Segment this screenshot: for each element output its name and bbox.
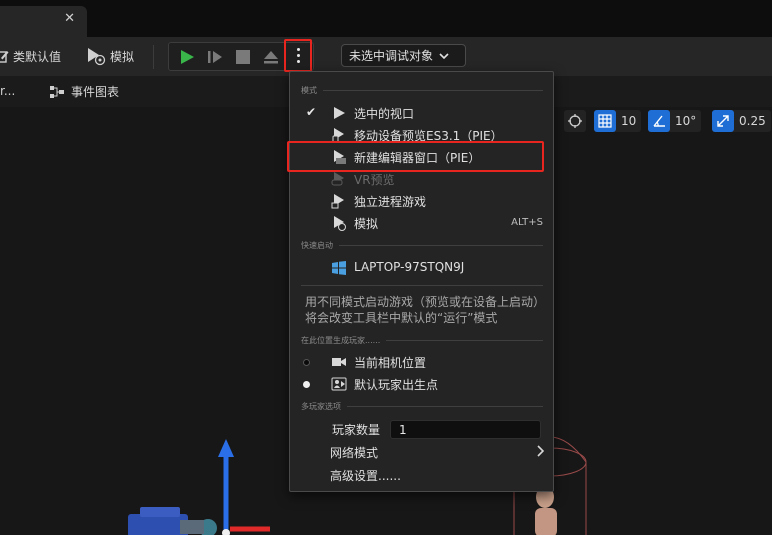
menu-item-advanced-settings[interactable]: 高级设置...... bbox=[290, 464, 553, 486]
menu-item-label: 选中的视口 bbox=[354, 107, 415, 121]
menu-item-net-mode[interactable]: 网络模式 bbox=[290, 441, 553, 463]
simulate-label: 模拟 bbox=[110, 49, 135, 64]
play-icon bbox=[181, 50, 194, 64]
section-quick-launch-label: 快速启动 bbox=[301, 241, 333, 250]
simulate-shortcut: ALT+S bbox=[511, 217, 543, 228]
class-defaults-label: 类默认值 bbox=[13, 49, 62, 64]
simulate-button[interactable]: 模拟 bbox=[86, 45, 134, 67]
player-count-input[interactable] bbox=[390, 420, 541, 439]
player-count-label: 玩家数量 bbox=[332, 423, 381, 437]
truncated-tab-label[interactable]: r... bbox=[0, 84, 15, 98]
menu-item-label: LAPTOP-97STQN9J bbox=[354, 260, 465, 274]
play-options-menu: 模式 ✔ 选中的视口 移动设备预览ES3.1（PIE） 新建编辑器窗口（PIE）… bbox=[289, 71, 554, 492]
rotation-snap-icon bbox=[648, 110, 670, 132]
section-modes: 模式 bbox=[301, 85, 543, 96]
eject-icon bbox=[264, 51, 278, 64]
section-multiplayer-label: 多玩家选项 bbox=[301, 402, 341, 411]
play-button[interactable] bbox=[177, 47, 197, 67]
menu-item-laptop-device[interactable]: LAPTOP-97STQN9J bbox=[290, 257, 553, 279]
surface-snap-icon bbox=[564, 110, 586, 132]
close-tab-icon[interactable]: ✕ bbox=[64, 11, 75, 26]
player-start-icon bbox=[331, 377, 347, 391]
menu-item-standalone-game[interactable]: 独立进程游戏 bbox=[290, 190, 553, 212]
camera-icon bbox=[332, 358, 346, 366]
class-defaults-icon bbox=[0, 51, 9, 63]
step-button[interactable] bbox=[205, 47, 225, 67]
play-icon bbox=[334, 107, 345, 119]
menu-item-label: 模拟 bbox=[354, 217, 379, 231]
scale-snap-value: 0.25 bbox=[739, 114, 766, 128]
event-graph-label: 事件图表 bbox=[71, 85, 120, 99]
event-graph-icon bbox=[50, 85, 64, 98]
menu-item-label: 网络模式 bbox=[330, 446, 379, 460]
scale-snap-icon bbox=[712, 110, 734, 132]
engine-mesh[interactable] bbox=[120, 502, 240, 535]
eject-button[interactable] bbox=[261, 47, 281, 67]
section-spawn-label: 在此位置生成玩家...... bbox=[301, 336, 381, 345]
highlight-annotation bbox=[287, 141, 544, 172]
menu-item-selected-viewport[interactable]: ✔ 选中的视口 bbox=[290, 102, 553, 124]
section-modes-label: 模式 bbox=[301, 86, 317, 95]
event-graph-tab[interactable]: 事件图表 bbox=[50, 83, 119, 100]
stop-button[interactable] bbox=[233, 47, 253, 67]
menu-item-label: 高级设置...... bbox=[330, 469, 401, 483]
menu-item-label: 独立进程游戏 bbox=[354, 195, 427, 209]
menu-item-simulate[interactable]: 模拟 ALT+S bbox=[290, 212, 553, 234]
more-options-icon bbox=[296, 48, 300, 63]
section-quick-launch: 快速启动 bbox=[301, 240, 543, 251]
tab-strip: ✕ bbox=[0, 0, 772, 37]
section-multiplayer: 多玩家选项 bbox=[301, 401, 543, 412]
radio-selected-icon bbox=[303, 381, 310, 388]
play-options-button[interactable] bbox=[284, 39, 312, 72]
scale-snap-control[interactable]: 0.25 bbox=[712, 110, 771, 132]
simulate-icon bbox=[88, 48, 106, 66]
menu-item-current-camera[interactable]: 当前相机位置 bbox=[290, 351, 553, 373]
toolbar-divider bbox=[153, 45, 154, 69]
surface-snap-button[interactable] bbox=[564, 110, 586, 132]
checkmark-icon: ✔ bbox=[306, 105, 317, 119]
chevron-down-icon bbox=[439, 52, 449, 59]
menu-item-label: 默认玩家出生点 bbox=[354, 378, 439, 392]
rotation-snap-value: 10° bbox=[675, 114, 697, 128]
grid-snap-value: 10 bbox=[621, 114, 637, 128]
rotation-snap-control[interactable]: 10° bbox=[648, 110, 702, 132]
document-tab[interactable]: ✕ bbox=[0, 6, 87, 37]
chevron-right-icon bbox=[537, 445, 544, 457]
menu-item-label: VR预览 bbox=[354, 173, 395, 187]
grid-snap-control[interactable]: 10 bbox=[594, 110, 642, 132]
standalone-game-icon bbox=[331, 194, 344, 209]
step-icon bbox=[208, 51, 222, 63]
radio-unselected-icon bbox=[303, 359, 310, 366]
menu-item-default-player-start[interactable]: 默认玩家出生点 bbox=[290, 373, 553, 395]
simulate-icon bbox=[334, 216, 346, 231]
class-defaults-button[interactable]: 类默认值 bbox=[0, 45, 61, 67]
stop-icon bbox=[236, 50, 250, 64]
windows-icon bbox=[332, 261, 346, 275]
section-divider bbox=[301, 285, 543, 286]
vr-headset-icon bbox=[331, 172, 344, 186]
menu-item-label: 当前相机位置 bbox=[354, 356, 427, 370]
section-spawn-location: 在此位置生成玩家...... bbox=[301, 335, 543, 346]
play-mode-hint: 用不同模式启动游戏（预览或在设备上启动）将会改变工具栏中默认的“运行”模式 bbox=[305, 295, 546, 325]
grid-snap-icon bbox=[594, 110, 616, 132]
debug-object-label: 未选中调试对象 bbox=[349, 49, 434, 63]
debug-object-select[interactable]: 未选中调试对象 bbox=[341, 44, 466, 67]
